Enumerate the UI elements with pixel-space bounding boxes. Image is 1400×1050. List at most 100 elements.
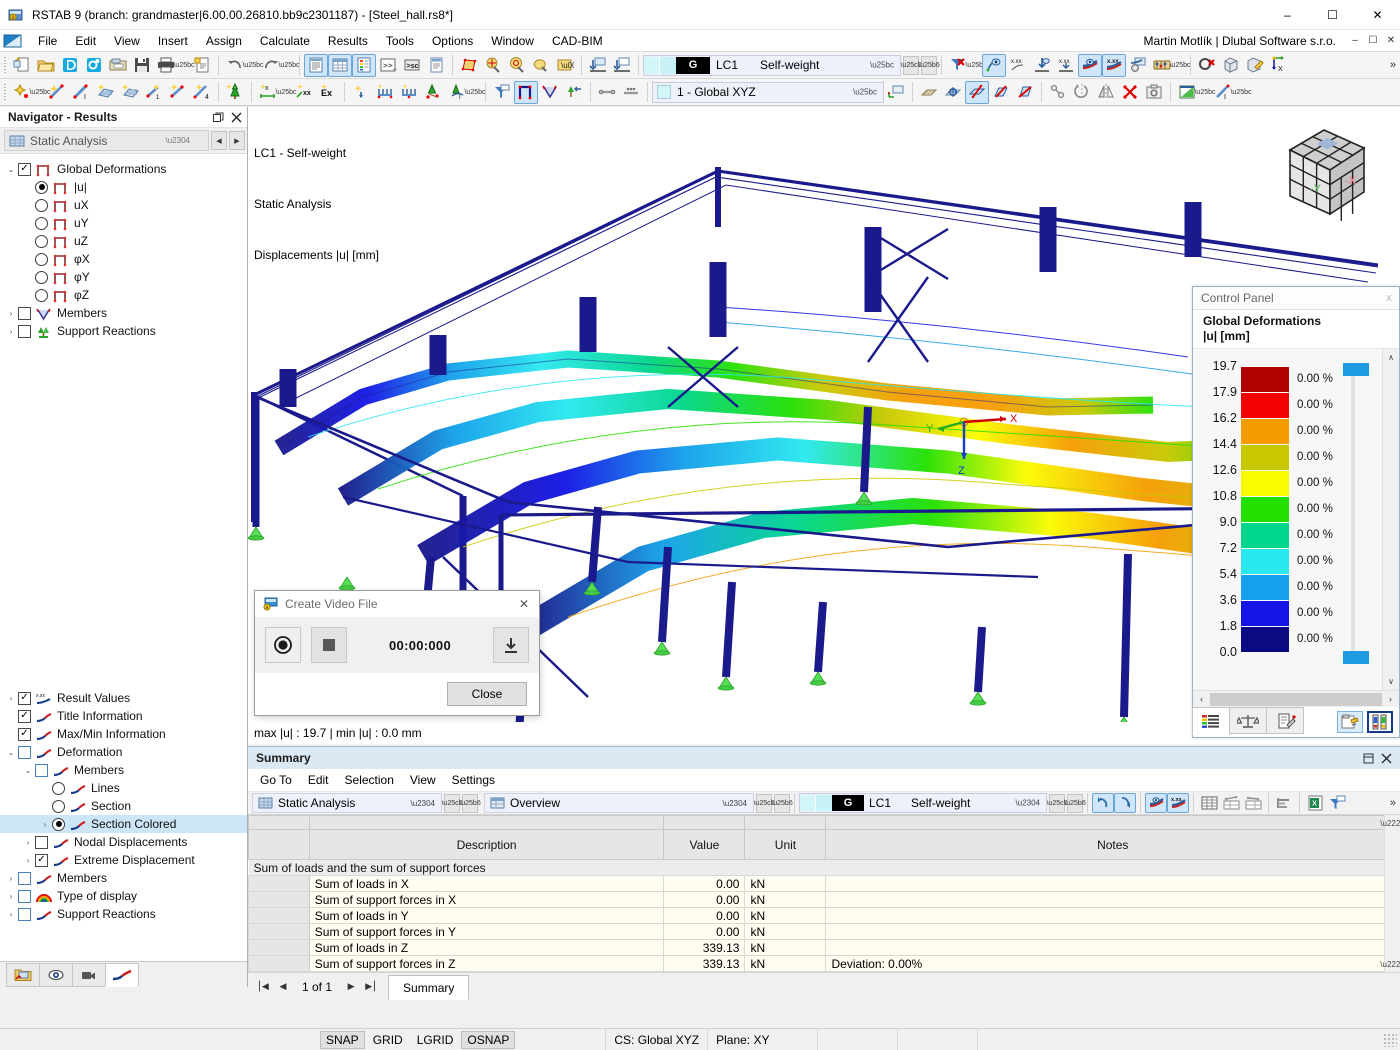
show-releases-icon[interactable] — [562, 81, 586, 104]
summary-analysis-next-button[interactable]: \u25b6 — [459, 793, 481, 813]
scroll-up-icon[interactable]: \u2227 — [1380, 815, 1400, 831]
load-member-icon[interactable] — [373, 81, 397, 104]
save-icon[interactable] — [130, 54, 154, 77]
summary-pin-icon[interactable] — [1361, 751, 1376, 766]
new-model-icon[interactable] — [10, 54, 34, 77]
delete-icon[interactable] — [1118, 81, 1142, 104]
checkbox[interactable]: ✓ — [18, 691, 31, 705]
pan-icon[interactable] — [529, 54, 553, 77]
chevron-right-icon[interactable]: › — [21, 853, 35, 867]
view-cube-icon[interactable] — [1219, 54, 1243, 77]
line-edit-icon[interactable]: I — [1211, 81, 1235, 104]
radio-button[interactable] — [35, 180, 48, 194]
control-panel-vertical-scrollbar[interactable]: ∧ ∨ — [1382, 349, 1399, 690]
menu-assign[interactable]: Assign — [197, 32, 251, 50]
tree-item--x[interactable]: φX — [0, 250, 247, 268]
copy-icon[interactable] — [1046, 81, 1070, 104]
chevron-right-icon[interactable]: › — [38, 817, 52, 831]
toolbar-grip[interactable] — [2, 55, 8, 75]
scale-slider-thumb-max[interactable] — [1343, 363, 1369, 376]
result-values-display-icon[interactable]: x.xx — [1102, 53, 1126, 77]
summary-table-prev-button[interactable]: \u25c0 — [753, 793, 775, 813]
summary-close-icon[interactable] — [1379, 751, 1394, 766]
navigator-prev-button[interactable]: ◀ — [211, 131, 227, 150]
tree-item--y[interactable]: φY — [0, 268, 247, 286]
hscroll-thumb[interactable] — [1210, 692, 1382, 706]
line-edit-dropdown-arrow-icon[interactable]: \u25bc — [1230, 81, 1251, 104]
checkbox[interactable] — [18, 871, 31, 885]
support-reactions-icon[interactable] — [1030, 54, 1054, 77]
calculate-icon[interactable] — [1150, 54, 1174, 77]
show-members-icon[interactable] — [514, 80, 538, 104]
color-swatch[interactable] — [1241, 523, 1289, 548]
checkbox[interactable] — [35, 763, 48, 777]
navigator-next-button[interactable]: ▶ — [229, 131, 245, 150]
project-manager-icon[interactable] — [106, 54, 130, 77]
print-dropdown-arrow-icon[interactable]: \u25bc — [173, 54, 194, 77]
mirror-icon[interactable] — [1094, 81, 1118, 104]
load-case-prev-button[interactable]: \u25c0 — [900, 55, 922, 75]
view-cube-widget[interactable]: -Y -X — [1272, 122, 1382, 230]
color-swatch[interactable] — [1241, 497, 1289, 522]
summary-menu-settings[interactable]: Settings — [444, 771, 503, 789]
dlubal-cloud-icon[interactable] — [82, 54, 106, 77]
checkbox[interactable] — [18, 907, 31, 921]
summary-sheet-tab[interactable]: Summary — [388, 975, 470, 1000]
dlubal-center-icon[interactable] — [58, 54, 82, 77]
plane-xy-icon[interactable] — [965, 80, 989, 104]
menu-file[interactable]: File — [29, 32, 66, 50]
grid-icon[interactable] — [917, 81, 941, 104]
menu-tools[interactable]: Tools — [377, 32, 423, 50]
chevron-right-icon[interactable]: › — [4, 907, 18, 921]
calculate-dropdown-arrow-icon[interactable]: \u25bc — [1169, 54, 1190, 77]
table-filter-icon[interactable] — [1220, 793, 1242, 813]
radio-button[interactable] — [35, 216, 48, 230]
navigator-close-icon[interactable] — [229, 110, 243, 124]
radio-button[interactable] — [35, 198, 48, 212]
column-header-description[interactable]: Description — [308, 829, 665, 860]
snap-toggle[interactable]: SNAP — [320, 1030, 365, 1049]
resize-grip-icon[interactable] — [1383, 1032, 1397, 1047]
grid-toggle[interactable]: GRID — [367, 1031, 409, 1049]
chevron-right-icon[interactable]: › — [21, 835, 35, 849]
results-navigator-tab[interactable] — [105, 963, 139, 987]
table-all-icon[interactable] — [1198, 793, 1220, 813]
console-icon[interactable]: >>_ — [376, 54, 400, 77]
color-scale[interactable]: 0.00 % 0.00 % 0.00 % 0.00 % 0.00 % 0.00 % 0.00… — [1193, 349, 1371, 690]
dimension-dropdown-arrow-icon[interactable]: \u25bc — [275, 81, 296, 104]
chevron-down-icon[interactable]: \u2304 — [723, 799, 747, 808]
plane-yz-icon[interactable] — [989, 81, 1013, 104]
visible-objects-icon[interactable] — [586, 54, 610, 77]
show-supports-icon[interactable] — [538, 81, 562, 104]
chevron-down-icon[interactable]: \u25bc — [853, 88, 877, 97]
load-imperfection-icon[interactable]: I — [445, 81, 469, 104]
diagram-icon[interactable] — [1175, 81, 1199, 104]
radio-button[interactable] — [52, 781, 65, 795]
result-values-icon[interactable]: x.xx — [1006, 54, 1030, 77]
snap-grid-icon[interactable] — [941, 81, 965, 104]
dimension-icon[interactable]: x — [256, 81, 280, 104]
table-chart-icon[interactable] — [1273, 793, 1295, 813]
navigator-restore-icon[interactable] — [211, 110, 225, 124]
summary-menu-edit[interactable]: Edit — [300, 771, 337, 789]
checkbox[interactable] — [18, 889, 31, 903]
tree-item-max-min-information[interactable]: ✓ Max/Min Information — [0, 725, 247, 743]
tree-item-global-deformations[interactable]: ⌄ ✓ Global Deformations — [0, 160, 247, 178]
chevron-down-icon[interactable]: \u2304 — [411, 799, 435, 808]
zoom-window-icon[interactable] — [481, 54, 505, 77]
tree-item-title-information[interactable]: ✓ Title Information — [0, 707, 247, 725]
video-dialog-close-icon[interactable]: ✕ — [511, 592, 537, 616]
tree-item-uz[interactable]: uZ — [0, 232, 247, 250]
previous-page-button[interactable]: ◀ — [274, 977, 292, 997]
save-video-button[interactable] — [493, 627, 529, 663]
minimize-button[interactable]: – — [1265, 0, 1310, 30]
chevron-down-icon[interactable]: \u2304 — [166, 136, 190, 145]
navigator-tree-bottom[interactable]: › ✓ x.xx Result Values ✓ Title Information ✓ Ma… — [0, 689, 247, 961]
result-display-icon[interactable] — [982, 53, 1006, 77]
checkbox[interactable]: ✓ — [18, 709, 31, 723]
color-swatch[interactable] — [1241, 575, 1289, 600]
tree-item-type-of-display[interactable]: › Type of display — [0, 887, 247, 905]
member-eccentricity-icon[interactable] — [619, 81, 643, 104]
summary-lc-next-button[interactable]: \u25b6 — [1064, 793, 1086, 813]
table-row[interactable]: Sum of support forces in Y 0.00 kN — [248, 923, 1400, 940]
